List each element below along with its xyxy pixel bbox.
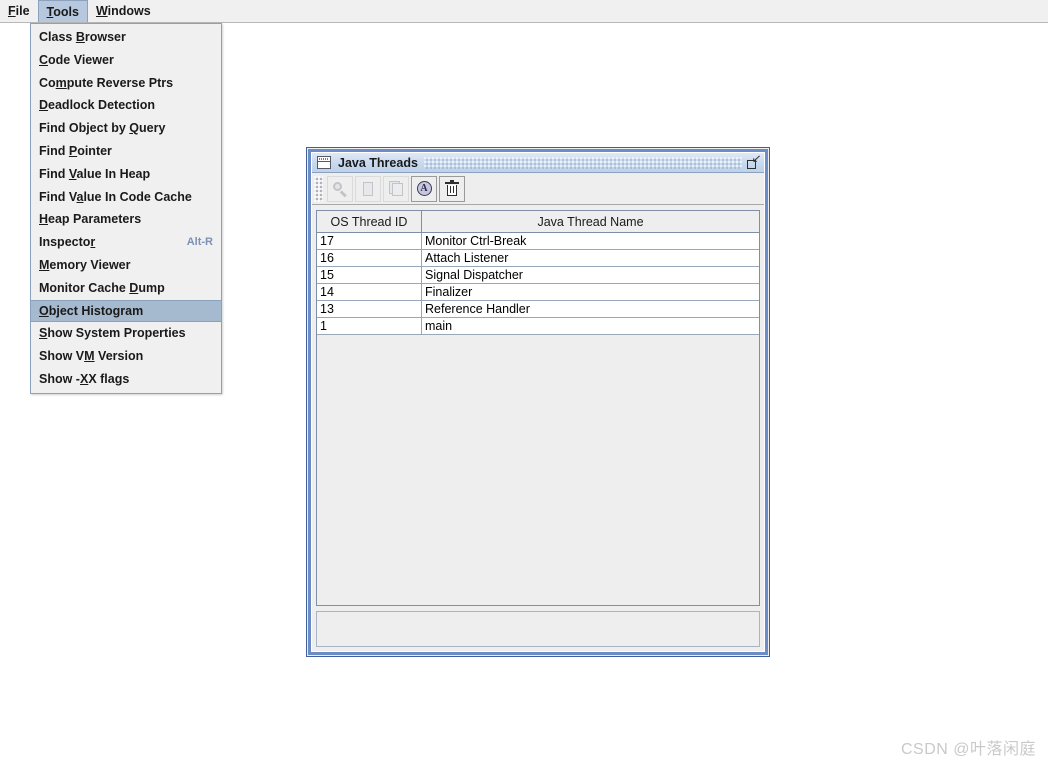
menu-item-label: Show System Properties (39, 326, 186, 341)
window-icon (317, 156, 331, 169)
maximize-restore-icon[interactable]: ↙ (746, 154, 761, 170)
titlebar-texture (423, 156, 742, 169)
table-row[interactable]: 14 Finalizer (317, 283, 759, 301)
menubar-item-tools[interactable]: Tools (37, 0, 88, 22)
watermark: CSDN @叶落闲庭 (900, 741, 1036, 758)
menu-item-heap-parameters[interactable]: Heap Parameters (31, 208, 221, 231)
menu-item-label: Find Object by Query (39, 121, 166, 136)
cell-java-thread-name: Signal Dispatcher (421, 266, 759, 284)
menu-item-label: Object Histogram (39, 303, 144, 318)
table-row[interactable]: 1 main (317, 317, 759, 335)
cell-java-thread-name: main (421, 317, 759, 335)
threads-table: OS Thread ID Java Thread Name 17 Monitor… (317, 211, 759, 335)
menu-item-find-value-in-heap[interactable]: Find Value In Heap (31, 163, 221, 186)
menu-item-label: Inspector (39, 235, 96, 250)
java-threads-window: Java Threads ↙ A OS Thread ID Java Threa… (306, 147, 770, 657)
menu-item-compute-reverse-ptrs[interactable]: Compute Reverse Ptrs (31, 72, 221, 95)
tools-dropdown-menu: Class Browser Code Viewer Compute Revers… (30, 23, 222, 394)
threads-table-body: 17 Monitor Ctrl-Break 16 Attach Listener… (317, 232, 759, 335)
window-titlebar[interactable]: Java Threads ↙ (312, 153, 764, 173)
document-icon (363, 181, 373, 196)
menu-item-show-system-properties[interactable]: Show System Properties (31, 322, 221, 345)
menu-item-show-vm-version[interactable]: Show VM Version (31, 345, 221, 368)
menu-item-label: Find Pointer (39, 143, 112, 158)
cell-java-thread-name: Monitor Ctrl-Break (421, 232, 759, 250)
menubar-item-windows[interactable]: Windows (88, 0, 159, 22)
menu-item-find-pointer[interactable]: Find Pointer (31, 140, 221, 163)
menu-item-label: Find Value In Code Cache (39, 189, 192, 204)
toolbar-button-search[interactable] (327, 175, 353, 202)
window-border: Java Threads ↙ A OS Thread ID Java Threa… (308, 149, 768, 655)
cell-java-thread-name: Finalizer (421, 283, 759, 301)
menu-item-label: Memory Viewer (39, 257, 131, 272)
menu-item-show-xx-flags[interactable]: Show -XX flags (31, 368, 221, 391)
menu-item-label: Deadlock Detection (39, 98, 156, 113)
menu-item-label: Class Browser (39, 30, 126, 44)
menu-item-object-histogram[interactable]: Object Histogram (31, 299, 221, 323)
inspector-icon: A (416, 181, 432, 196)
table-row[interactable]: 13 Reference Handler (317, 300, 759, 318)
toolbar-button-trash[interactable] (439, 175, 465, 202)
toolbar-button-documents[interactable] (383, 175, 409, 202)
cell-os-thread-id: 1 (317, 317, 422, 335)
menu-item-label: Show VM Version (39, 349, 144, 364)
menu-item-label: Heap Parameters (39, 212, 142, 227)
window-body: Java Threads ↙ A OS Thread ID Java Threa… (311, 152, 765, 652)
toolbar-drag-handle[interactable] (314, 175, 323, 202)
menubar-item-file[interactable]: File (0, 0, 38, 22)
menu-item-label: Show -XX flags (39, 371, 130, 386)
cell-os-thread-id: 16 (317, 249, 422, 267)
menu-item-memory-viewer[interactable]: Memory Viewer (31, 254, 221, 277)
menu-item-deadlock-detection[interactable]: Deadlock Detection (31, 94, 221, 117)
menu-item-accelerator: Alt-R (186, 236, 213, 249)
menu-item-inspector[interactable]: Inspector Alt-R (31, 231, 221, 254)
window-statusbar (316, 611, 760, 647)
table-row[interactable]: 16 Attach Listener (317, 249, 759, 267)
table-empty-area (317, 335, 759, 605)
cell-os-thread-id: 15 (317, 266, 422, 284)
restore-square-glyph (747, 160, 756, 169)
menu-item-label: Monitor Cache Dump (39, 280, 165, 295)
cell-java-thread-name: Attach Listener (421, 249, 759, 267)
menu-item-label: Find Value In Heap (39, 166, 151, 181)
cell-os-thread-id: 14 (317, 283, 422, 301)
cell-java-thread-name: Reference Handler (421, 300, 759, 318)
column-header-java-thread-name[interactable]: Java Thread Name (421, 211, 759, 233)
threads-table-container: OS Thread ID Java Thread Name 17 Monitor… (316, 210, 760, 606)
column-header-os-thread-id[interactable]: OS Thread ID (317, 211, 422, 233)
cell-os-thread-id: 13 (317, 300, 422, 318)
menubar-item-file-label: File (8, 4, 30, 18)
menu-item-label: Compute Reverse Ptrs (39, 75, 174, 90)
menu-item-find-object-by-query[interactable]: Find Object by Query (31, 117, 221, 140)
menu-item-monitor-cache-dump[interactable]: Monitor Cache Dump (31, 277, 221, 300)
table-header-row: OS Thread ID Java Thread Name (317, 211, 759, 233)
table-row[interactable]: 15 Signal Dispatcher (317, 266, 759, 284)
menu-item-find-value-in-code-cache[interactable]: Find Value In Code Cache (31, 186, 221, 209)
menubar-item-tools-label: Tools (46, 4, 79, 19)
table-row[interactable]: 17 Monitor Ctrl-Break (317, 232, 759, 250)
menu-item-label: Code Viewer (39, 52, 114, 67)
window-toolbar: A (312, 173, 764, 205)
window-title: Java Threads (338, 155, 418, 170)
menubar-item-windows-label: Windows (95, 4, 151, 18)
threads-table-head: OS Thread ID Java Thread Name (317, 211, 759, 233)
toolbar-button-document[interactable] (355, 175, 381, 202)
toolbar-button-inspector[interactable]: A (411, 175, 437, 202)
menu-bar: File Tools Windows (0, 0, 1048, 23)
documents-icon (388, 181, 404, 196)
search-icon (332, 181, 348, 197)
menu-item-class-browser[interactable]: Class Browser (31, 26, 221, 49)
trash-icon (445, 180, 459, 196)
cell-os-thread-id: 17 (317, 232, 422, 250)
menu-item-code-viewer[interactable]: Code Viewer (31, 49, 221, 72)
